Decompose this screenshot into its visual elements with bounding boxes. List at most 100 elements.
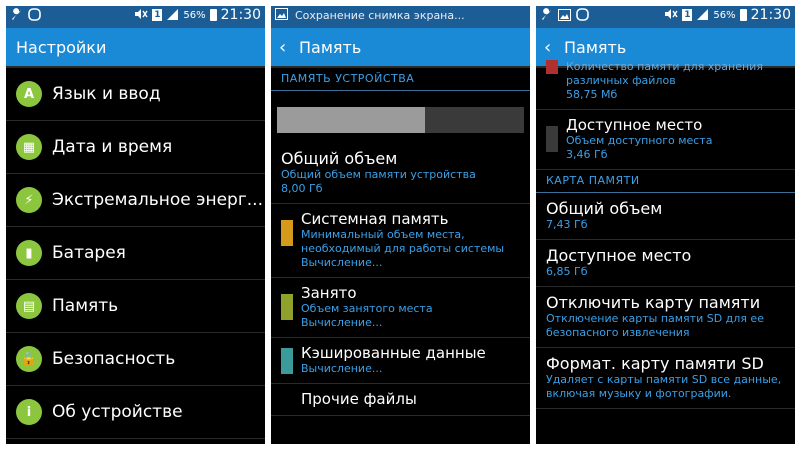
format-sd-desc2: включая музыку и фотографии. [546, 387, 732, 400]
system-memory-title: Системная память [301, 210, 449, 228]
misc-files-desc: Количество памяти для хранения [566, 60, 763, 73]
settings-list: A Язык и ввод ▦ Дата и время ⚡ Экстремальное … [6, 68, 265, 439]
system-memory-desc2: необходимый для работы системы [301, 242, 505, 255]
storage-usage-bar [277, 107, 524, 133]
section-header-sd-card: КАРТА ПАМЯТИ [536, 170, 795, 193]
calendar-icon: ▦ [16, 134, 42, 160]
messenger-icon [576, 8, 589, 24]
sd-total-row: Общий объем 7,43 Гб [536, 193, 795, 240]
wrench-icon [540, 8, 553, 24]
sd-available-row: Доступное место 6,85 Гб [536, 240, 795, 287]
unmount-sd-title: Отключить карту памяти [546, 293, 761, 312]
misc-files-swatch [546, 60, 558, 74]
mute-icon [134, 8, 148, 23]
screenshot-icon [275, 8, 288, 23]
clock: 21:30 [220, 7, 261, 23]
total-storage-row: Общий объем Общий объем памяти устройств… [271, 143, 530, 204]
cached-data-swatch [281, 348, 293, 374]
battery-icon: ▮ [16, 240, 42, 266]
settings-item-label: Экстремальное энерг... [52, 190, 263, 210]
sim-icon: 1 [682, 9, 693, 21]
settings-item[interactable]: i Об устройстве [6, 386, 265, 439]
memory-icon: ▤ [16, 293, 42, 319]
signal-icon [166, 8, 179, 23]
memory-app-bar[interactable]: ‹ Память [271, 28, 530, 66]
status-bar: 1 56% 21:30 [6, 6, 265, 28]
system-memory-row[interactable]: Системная память Минимальный объем места… [271, 204, 530, 278]
settings-app-bar: Настройки [6, 28, 265, 66]
cached-data-value: Вычисление... [301, 362, 383, 375]
used-space-value: Вычисление... [301, 316, 383, 329]
sd-total-value: 7,43 Гб [546, 218, 588, 231]
battery-percent: 56% [713, 9, 736, 21]
used-space-swatch [281, 294, 293, 320]
settings-item-label: Безопасность [52, 349, 176, 369]
status-bar: Сохранение снимка экрана... [271, 6, 530, 28]
unmount-sd-desc2: безопасного извлечения [546, 326, 690, 339]
format-sd-desc: Удаляет с карты памяти SD все данные, [546, 373, 782, 386]
misc-files-value: 58,75 Мб [566, 88, 618, 101]
other-files-row[interactable]: Прочие файлы [271, 384, 530, 416]
settings-item-label: Об устройстве [52, 402, 183, 422]
sd-available-value: 6,85 Гб [546, 265, 588, 278]
page-title: Память [299, 37, 362, 57]
settings-item[interactable]: A Язык и ввод [6, 68, 265, 121]
available-space-row[interactable]: Доступное место Объем доступного места 3… [536, 110, 795, 170]
storage-usage-fill [277, 107, 426, 133]
settings-item[interactable]: ▤ Память [6, 280, 265, 333]
settings-item-label: Дата и время [52, 137, 173, 157]
system-memory-swatch [281, 220, 293, 246]
format-sd-title: Формат. карту памяти SD [546, 354, 764, 373]
battery-icon [209, 9, 217, 21]
other-files-title: Прочие файлы [301, 390, 417, 408]
available-space-value: 3,46 Гб [566, 148, 608, 161]
cached-data-row[interactable]: Кэшированные данные Вычисление... [271, 338, 530, 384]
format-sd-row[interactable]: Формат. карту памяти SD Удаляет с карты … [536, 348, 795, 409]
language-icon: A [16, 81, 42, 107]
mute-icon [664, 8, 678, 23]
power-saving-icon: ⚡ [16, 187, 42, 213]
back-arrow-icon[interactable]: ‹ [536, 37, 558, 58]
sim-icon: 1 [152, 9, 163, 21]
settings-item-label: Язык и ввод [52, 84, 161, 104]
total-storage-value: 8,00 Гб [281, 182, 323, 195]
used-space-row[interactable]: Занято Объем занятого места Вычисление..… [271, 278, 530, 338]
settings-screen: 1 56% 21:30 Настройки A Язык и ввод ▦ Дата … [6, 6, 265, 444]
messenger-icon [28, 8, 41, 24]
settings-item[interactable]: 🔒 Безопасность [6, 333, 265, 386]
settings-item[interactable]: ▦ Дата и время [6, 121, 265, 174]
info-icon: i [16, 399, 42, 425]
total-storage-desc: Общий объем памяти устройства [281, 168, 476, 181]
status-bar: 1 56% 21:30 [536, 6, 795, 28]
total-storage-title: Общий объем [281, 149, 398, 168]
wrench-icon [10, 8, 23, 24]
sd-available-title: Доступное место [546, 246, 692, 265]
settings-item-label: Батарея [52, 243, 126, 263]
page-title: Настройки [16, 37, 107, 57]
battery-percent: 56% [183, 9, 206, 21]
misc-files-row[interactable]: Количество памяти для хранения различных… [536, 60, 795, 110]
memory-screen: Сохранение снимка экрана... ‹ Память ПАМ… [271, 6, 530, 444]
clock: 21:30 [750, 7, 791, 23]
back-arrow-icon[interactable]: ‹ [271, 37, 293, 58]
used-space-title: Занято [301, 284, 357, 302]
lock-icon: 🔒 [16, 346, 42, 372]
settings-item[interactable]: ⚡ Экстремальное энерг... [6, 174, 265, 227]
unmount-sd-row[interactable]: Отключить карту памяти Отключение карты … [536, 287, 795, 348]
signal-icon [696, 8, 709, 23]
notification-text: Сохранение снимка экрана... [295, 9, 465, 22]
sd-total-title: Общий объем [546, 199, 663, 218]
misc-files-desc2: различных файлов [566, 74, 676, 87]
available-space-desc: Объем доступного места [566, 134, 713, 147]
screenshot-icon [558, 8, 571, 24]
page-title: Память [564, 37, 627, 57]
battery-icon [739, 9, 747, 21]
section-header-device-memory: ПАМЯТЬ УСТРОЙСТВА [271, 68, 530, 91]
system-memory-value: Вычисление... [301, 256, 383, 269]
unmount-sd-desc: Отключение карты памяти SD для ее [546, 312, 764, 325]
available-space-title: Доступное место [566, 116, 703, 134]
settings-item-label: Память [52, 296, 119, 316]
settings-item[interactable]: ▮ Батарея [6, 227, 265, 280]
available-space-swatch [546, 126, 558, 152]
cached-data-title: Кэшированные данные [301, 344, 486, 362]
